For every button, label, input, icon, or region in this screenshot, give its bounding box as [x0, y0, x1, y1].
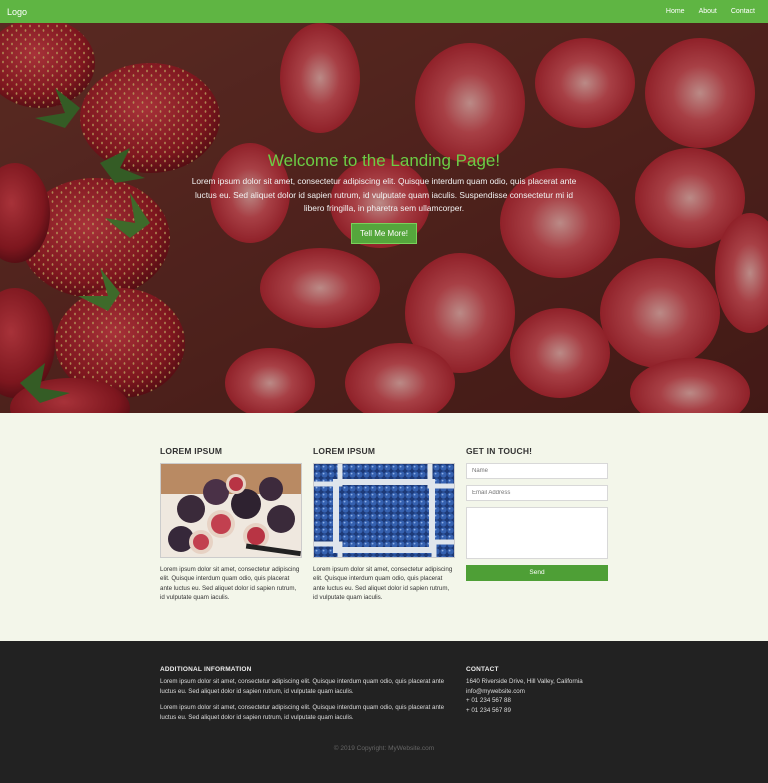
footer-info-heading: ADDITIONAL INFORMATION: [160, 666, 252, 673]
hero-content: Welcome to the Landing Page! Lorem ipsum…: [0, 151, 768, 244]
nav-links: Home About Contact: [659, 8, 762, 15]
navbar: Logo Home About Contact: [0, 0, 768, 23]
features-section: LOREM IPSUM Lorem ipsum dolor sit amet, …: [0, 413, 768, 641]
footer-info-text-1: Lorem ipsum dolor sit amet, consectetur …: [160, 678, 445, 695]
email-input[interactable]: [466, 485, 608, 501]
footer-email[interactable]: info@mywebsite.com: [466, 687, 616, 697]
feature-column-2: LOREM IPSUM Lorem ipsum dolor sit amet,: [313, 446, 455, 602]
footer-address: 1640 Riverside Drive, Hill Valley, Calif…: [466, 678, 583, 685]
logo[interactable]: Logo: [7, 7, 27, 17]
footer-phone-2: + 01 234 567 89: [466, 706, 511, 714]
column-text: Lorem ipsum dolor sit amet, consectetur …: [160, 566, 300, 601]
nav-link-about[interactable]: About: [692, 8, 724, 15]
contact-form-heading: GET IN TOUCH!: [466, 446, 533, 456]
column-heading: LOREM IPSUM: [160, 446, 223, 456]
nav-link-home[interactable]: Home: [659, 8, 692, 15]
footer-contact-heading: CONTACT: [466, 666, 499, 673]
footer-info-text-2: Lorem ipsum dolor sit amet, consectetur …: [160, 704, 445, 721]
figs-image: [160, 463, 302, 558]
footer: ADDITIONAL INFORMATION Lorem ipsum dolor…: [0, 641, 768, 783]
hero-description: Lorem ipsum dolor sit amet, consectetur …: [191, 176, 577, 213]
column-text: Lorem ipsum dolor sit amet, consectetur …: [313, 566, 453, 601]
hero-section: Welcome to the Landing Page! Lorem ipsum…: [0, 23, 768, 413]
blueberries-image: [313, 463, 455, 558]
message-textarea[interactable]: [466, 507, 608, 559]
nav-link-contact[interactable]: Contact: [724, 8, 762, 15]
feature-column-1: LOREM IPSUM Lorem ipsum dolor sit amet, …: [160, 446, 302, 602]
hero-title: Welcome to the Landing Page!: [267, 151, 501, 170]
tell-me-more-button[interactable]: Tell Me More!: [350, 222, 417, 244]
footer-info: ADDITIONAL INFORMATION Lorem ipsum dolor…: [160, 666, 450, 722]
column-heading: LOREM IPSUM: [313, 446, 376, 456]
send-button[interactable]: Send: [466, 565, 608, 581]
contact-form: GET IN TOUCH! Send: [466, 446, 608, 581]
footer-phone-1: + 01 234 567 88: [466, 697, 511, 705]
copyright: © 2019 Copyright: MyWebsite.com: [333, 745, 435, 752]
footer-contact: CONTACT 1640 Riverside Drive, Hill Valle…: [466, 666, 616, 715]
name-input[interactable]: [466, 463, 608, 479]
